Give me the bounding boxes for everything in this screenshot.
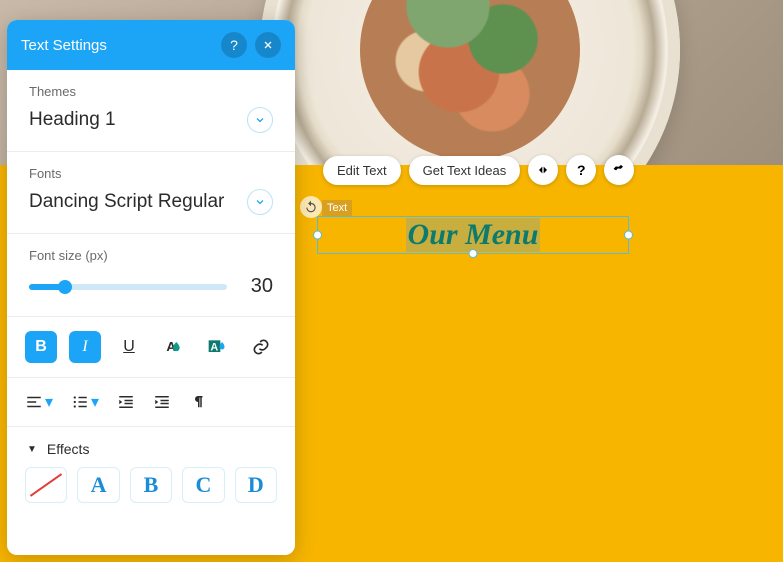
highlight-button[interactable]: A <box>201 331 233 363</box>
paragraph-row: ▾ ▾ <box>7 378 295 427</box>
text-content[interactable]: Our Menu <box>318 217 628 253</box>
effects-toggle[interactable]: ▼ Effects <box>7 427 295 467</box>
panel-title: Text Settings <box>21 37 107 54</box>
food-graphic <box>360 0 580 160</box>
text-direction-button[interactable] <box>189 393 207 411</box>
resize-handle-right[interactable] <box>624 231 633 240</box>
effect-c[interactable]: C <box>182 467 224 503</box>
get-text-ideas-button[interactable]: Get Text Ideas <box>409 156 521 185</box>
themes-label: Themes <box>29 84 273 99</box>
effect-d[interactable]: D <box>235 467 277 503</box>
italic-button[interactable]: I <box>69 331 101 363</box>
fontsize-label: Font size (px) <box>29 248 273 263</box>
floating-toolbar: Edit Text Get Text Ideas ? <box>323 155 634 185</box>
themes-value: Heading 1 <box>29 109 116 131</box>
more-button[interactable] <box>604 155 634 185</box>
effect-b[interactable]: B <box>130 467 172 503</box>
themes-dropdown-button[interactable] <box>247 107 273 133</box>
bowl-graphic <box>260 0 680 165</box>
effect-none[interactable] <box>25 467 67 503</box>
resize-handle-left[interactable] <box>313 231 322 240</box>
undo-button[interactable] <box>300 196 322 218</box>
panel-help-button[interactable]: ? <box>221 32 247 58</box>
text-settings-panel: Text Settings ? Themes Heading 1 Fonts D… <box>7 20 295 555</box>
selected-text-element[interactable]: Our Menu <box>317 216 629 254</box>
panel-header: Text Settings ? <box>7 20 295 70</box>
animate-button[interactable] <box>528 155 558 185</box>
fontsize-value: 30 <box>243 275 273 298</box>
effect-a[interactable]: A <box>77 467 119 503</box>
bold-button[interactable]: B <box>25 331 57 363</box>
indent-button[interactable] <box>153 393 171 411</box>
fonts-section: Fonts Dancing Script Regular <box>7 152 295 234</box>
align-button[interactable]: ▾ <box>25 392 53 412</box>
fontsize-slider[interactable] <box>29 284 227 290</box>
element-type-label: Text <box>322 200 352 216</box>
text-color-button[interactable]: A <box>157 331 189 363</box>
chevron-down-icon: ▾ <box>91 392 99 412</box>
outdent-button[interactable] <box>117 393 135 411</box>
list-button[interactable]: ▾ <box>71 392 99 412</box>
svg-text:A: A <box>210 341 218 353</box>
chevron-down-icon: ▾ <box>45 392 53 412</box>
effects-label: Effects <box>47 441 90 457</box>
slider-thumb[interactable] <box>58 280 72 294</box>
format-row: B I U A A <box>7 317 295 378</box>
underline-button[interactable]: U <box>113 331 145 363</box>
triangle-down-icon: ▼ <box>27 444 37 455</box>
resize-handle-bottom[interactable] <box>469 249 478 258</box>
fonts-dropdown-button[interactable] <box>247 189 273 215</box>
link-button[interactable] <box>245 331 277 363</box>
themes-section: Themes Heading 1 <box>7 70 295 152</box>
fonts-value: Dancing Script Regular <box>29 191 224 213</box>
fonts-label: Fonts <box>29 166 273 181</box>
help-button[interactable]: ? <box>566 155 596 185</box>
edit-text-button[interactable]: Edit Text <box>323 156 401 185</box>
panel-close-button[interactable] <box>255 32 281 58</box>
fontsize-section: Font size (px) 30 <box>7 234 295 317</box>
effects-row: A B C D <box>7 467 295 503</box>
